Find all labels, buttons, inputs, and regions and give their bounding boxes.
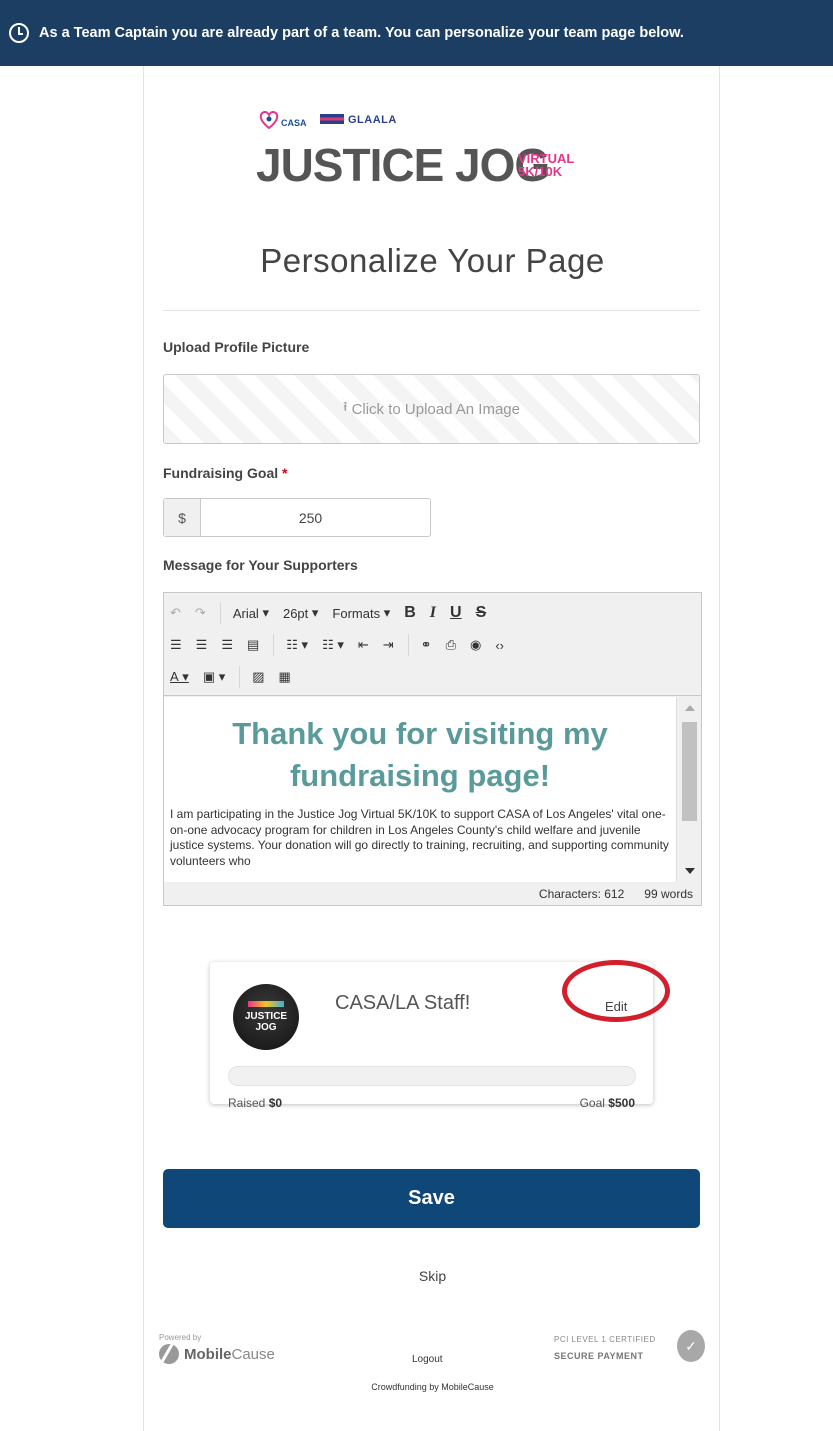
banner-text: As a Team Captain you are already part o… (39, 25, 684, 41)
editor-toolbar: ↶ ↷ Arial ▾ 26pt ▾ Formats ▾ B I U S ☰ ☰… (164, 593, 701, 696)
bullet-list-icon[interactable]: ☷ ▾ (286, 637, 308, 653)
italic-button[interactable]: I (430, 604, 436, 622)
skip-link[interactable]: Skip (144, 1268, 721, 1284)
goal-amount: Goal $500 (579, 1096, 635, 1110)
justice-jog-wordmark: JUSTICE JOG (256, 139, 550, 191)
notification-banner: As a Team Captain you are already part o… (0, 0, 833, 66)
goal-value[interactable]: 250 (201, 499, 430, 536)
print-icon[interactable]: ⎙ (446, 637, 456, 653)
personalize-card: CASA GLAALA JUSTICE JOG VIRTUAL 5K/10K Pe… (143, 66, 720, 1431)
save-button[interactable]: Save (163, 1169, 700, 1228)
fundraising-goal-input[interactable]: $ 250 (163, 498, 431, 537)
message-label: Message for Your Supporters (163, 557, 358, 573)
highlight-circle (562, 960, 670, 1022)
redo-icon[interactable]: ↷ (195, 605, 206, 621)
numbered-list-icon[interactable]: ☷ ▾ (322, 637, 344, 653)
strikethrough-button[interactable]: S (476, 604, 487, 622)
underline-button[interactable]: U (450, 604, 462, 622)
currency-addon: $ (164, 499, 201, 536)
align-left-icon[interactable]: ☰ (170, 637, 182, 653)
upload-text: Click to Upload An Image (351, 400, 520, 418)
upload-label: Upload Profile Picture (163, 339, 310, 355)
align-center-icon[interactable]: ☰ (196, 637, 208, 653)
link-icon[interactable]: ⚭ (421, 637, 432, 653)
formats-dropdown[interactable]: Formats ▾ (332, 605, 390, 621)
team-avatar: JUSTICE JOG (233, 984, 299, 1050)
mobilecause-icon (159, 1344, 179, 1364)
page-title: Personalize Your Page (260, 242, 605, 279)
align-justify-icon[interactable]: ▤ (247, 637, 259, 653)
preview-eye-icon[interactable]: ◉ (470, 637, 481, 653)
toolbar-separator (407, 634, 409, 656)
word-count: 99 words (644, 886, 693, 901)
background-color-icon[interactable]: ▣ ▾ (203, 669, 225, 685)
virtual-label: VIRTUAL 5K/10K (518, 151, 575, 179)
glaala-logo-text: GLAALA (348, 114, 397, 126)
bold-button[interactable]: B (404, 604, 416, 622)
casa-heart-icon (259, 110, 279, 130)
powered-by-label: Powered by (159, 1333, 202, 1342)
scroll-up-icon[interactable] (685, 705, 695, 711)
security-shield-icon: ✓ (677, 1330, 705, 1362)
editor-scrollbar[interactable] (676, 697, 701, 882)
text-color-icon[interactable]: A ▾ (170, 669, 189, 685)
insert-media-icon[interactable]: ▦ (279, 669, 291, 685)
source-code-icon[interactable]: ‹› (495, 638, 504, 653)
editor-statusbar: Characters: 612 99 words (164, 882, 701, 905)
message-heading: Thank you for visiting my fundraising pa… (232, 716, 608, 793)
crowdfunding-credit[interactable]: Crowdfunding by MobileCause (144, 1382, 721, 1392)
casa-logo-text: CASA (281, 118, 307, 128)
event-logo: CASA GLAALA JUSTICE JOG VIRTUAL 5K/10K (256, 110, 616, 218)
message-body: I am participating in the Justice Jog Vi… (170, 807, 669, 868)
divider (163, 310, 700, 311)
scroll-thumb[interactable] (682, 722, 697, 821)
upload-icon: ⭱ (343, 399, 348, 414)
undo-icon[interactable]: ↶ (170, 605, 181, 621)
avatar-stripe (248, 1001, 284, 1007)
team-name: CASA/LA Staff! (335, 992, 471, 1014)
outdent-icon[interactable]: ⇤ (358, 637, 369, 653)
avatar-text: JUSTICE JOG (244, 1011, 288, 1033)
upload-image-dropzone[interactable]: ⭱ Click to Upload An Image (163, 374, 700, 444)
align-right-icon[interactable]: ☰ (221, 637, 233, 653)
toolbar-separator (219, 602, 221, 624)
mobilecause-logo[interactable]: Mobile Cause (159, 1344, 275, 1364)
fundraising-progress-bar (228, 1066, 636, 1086)
character-count: Characters: 612 (538, 886, 625, 901)
required-mark: * (282, 465, 288, 481)
font-family-dropdown[interactable]: Arial ▾ (233, 605, 269, 621)
font-size-dropdown[interactable]: 26pt ▾ (283, 605, 318, 621)
secure-payment-label: SECURE PAYMENT (554, 1351, 644, 1361)
toolbar-separator (273, 634, 275, 656)
glaala-flag-icon (320, 114, 344, 124)
indent-icon[interactable]: ⇥ (383, 637, 394, 653)
insert-image-icon[interactable]: ▨ (252, 669, 264, 685)
rich-text-editor: ↶ ↷ Arial ▾ 26pt ▾ Formats ▾ B I U S ☰ ☰… (163, 592, 702, 906)
pci-certified-label: PCI LEVEL 1 CERTIFIED (554, 1335, 656, 1344)
toolbar-separator (239, 666, 241, 688)
raised-amount: Raised $0 (228, 1096, 283, 1110)
goal-label: Fundraising Goal * (163, 465, 288, 481)
logout-link[interactable]: Logout (412, 1354, 443, 1365)
editor-content[interactable]: Thank you for visiting my fundraising pa… (164, 697, 676, 882)
scroll-down-icon[interactable] (685, 868, 695, 874)
clock-icon (9, 23, 29, 43)
